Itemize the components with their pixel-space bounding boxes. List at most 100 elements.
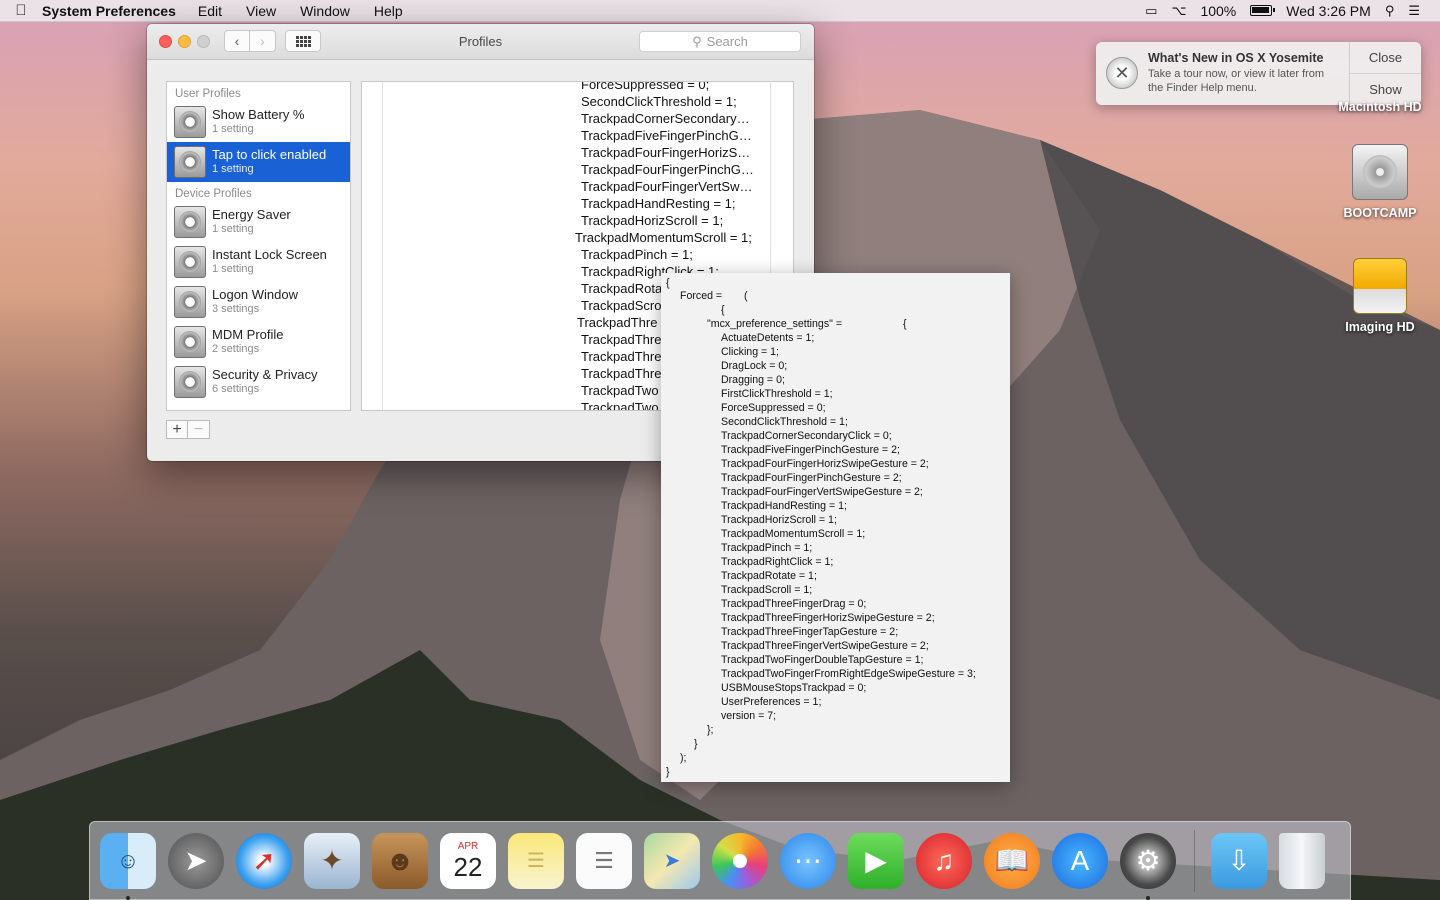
user-profiles-header: User Profiles <box>175 88 241 100</box>
reminders-icon[interactable]: ☰ <box>576 832 632 889</box>
profile-item-show-battery[interactable]: Show Battery % 1 setting <box>167 102 350 142</box>
forward-button[interactable]: › <box>250 30 276 52</box>
plist-mcx-brace: { <box>903 318 907 330</box>
profile-item-mdm[interactable]: MDM Profile 2 settings <box>167 322 350 362</box>
profile-item-energy-saver[interactable]: Energy Saver 1 setting <box>167 202 350 242</box>
detail-line: TrackpadCornerSecondary… <box>581 111 750 126</box>
plist-setting: TrackpadMomentumScroll = 1; <box>721 528 866 540</box>
plist-setting: Dragging = 0; <box>721 374 785 386</box>
apple-menu-icon[interactable]:  <box>0 2 42 19</box>
chevron-right-icon: › <box>260 33 265 49</box>
search-placeholder: Search <box>706 34 748 49</box>
plist-close-outer: } <box>666 766 670 778</box>
notification-close-button[interactable]: Close <box>1350 42 1421 73</box>
downloads-folder-icon[interactable]: ⇩ <box>1211 832 1267 889</box>
app-store-icon[interactable]: A <box>1052 832 1108 889</box>
menu-window[interactable]: Window <box>300 3 350 19</box>
messages-icon[interactable]: ⋯ <box>780 832 836 889</box>
disk-macintosh-hd[interactable]: Macintosh HD <box>1325 100 1435 114</box>
trash-icon[interactable] <box>1279 832 1325 889</box>
remove-profile-button[interactable]: − <box>188 420 210 439</box>
minimize-window-button[interactable] <box>178 35 191 48</box>
facetime-icon[interactable]: ▶ <box>848 832 904 889</box>
plist-setting: TrackpadHorizScroll = 1; <box>721 514 837 526</box>
safari-icon[interactable]: ➚ <box>236 832 292 889</box>
zoom-window-button[interactable] <box>197 35 210 48</box>
plist-open-brace: { <box>666 277 670 289</box>
plist-setting: UserPreferences = 1; <box>721 696 822 708</box>
detail-line: TrackpadHandResting = 1; <box>581 196 736 211</box>
external-drive-icon <box>1353 258 1407 314</box>
plist-close-paren: ); <box>680 752 687 764</box>
dock: ☺ ➤ ➚ ✦ ☻ APR 22 ☰ ☰ ➤ ⋯ ▶ ♫ 📖 A ⚙ ⇩ <box>89 821 1351 900</box>
detail-line: SecondClickThreshold = 1; <box>581 94 737 109</box>
contacts-icon[interactable]: ☻ <box>372 832 428 889</box>
battery-icon[interactable] <box>1250 5 1276 16</box>
ibooks-icon[interactable]: 📖 <box>984 832 1040 889</box>
disk-label: Macintosh HD <box>1338 100 1422 114</box>
profile-name: Tap to click enabled <box>212 147 327 162</box>
close-window-button[interactable] <box>159 35 172 48</box>
menu-app-name[interactable]: System Preferences <box>42 3 176 19</box>
wifi-icon[interactable]: ⌥ <box>1171 3 1186 19</box>
calendar-icon[interactable]: APR 22 <box>440 832 496 889</box>
maps-icon[interactable]: ➤ <box>644 832 700 889</box>
back-button[interactable]: ‹ <box>224 30 250 52</box>
plist-close-inner: }; <box>707 724 714 736</box>
profile-name: Logon Window <box>212 287 298 302</box>
dock-separator <box>1194 829 1195 892</box>
battery-percent[interactable]: 100% <box>1200 3 1236 19</box>
plist-close-brace: } <box>694 738 698 750</box>
photos-icon[interactable] <box>712 832 768 889</box>
plist-setting: TrackpadThreeFingerDrag = 0; <box>721 598 867 610</box>
plist-setting: ActuateDetents = 1; <box>721 332 815 344</box>
notification-banner[interactable]: ✕ What's New in OS X Yosemite Take a tou… <box>1096 42 1421 105</box>
profile-item-tap-to-click[interactable]: Tap to click enabled 1 setting <box>167 142 350 182</box>
spotlight-icon[interactable]: ⚲ <box>1385 3 1395 19</box>
plist-setting: TrackpadThreeFingerHorizSwipeGesture = 2… <box>721 612 935 624</box>
menu-help[interactable]: Help <box>374 3 403 19</box>
plist-setting: TrackpadCornerSecondaryClick = 0; <box>721 430 892 442</box>
profile-item-instant-lock[interactable]: Instant Lock Screen 1 setting <box>167 242 350 282</box>
finder-icon[interactable]: ☺ <box>100 832 156 900</box>
launchpad-icon[interactable]: ➤ <box>168 832 224 889</box>
notification-center-icon[interactable]: ☰ <box>1408 3 1420 19</box>
plist-setting: TrackpadFourFingerVertSwipeGesture = 2; <box>721 486 923 498</box>
plist-setting: TrackpadFourFingerPinchGesture = 2; <box>721 472 902 484</box>
notes-icon[interactable]: ☰ <box>508 832 564 889</box>
profile-item-security-privacy[interactable]: Security & Privacy 6 settings <box>167 362 350 402</box>
plist-forced-key: Forced = <box>680 290 723 302</box>
profile-gear-icon <box>174 246 206 278</box>
grid-icon <box>295 35 311 47</box>
menu-edit[interactable]: Edit <box>198 3 222 19</box>
mail-icon[interactable]: ✦ <box>304 832 360 889</box>
show-all-button[interactable] <box>285 30 321 52</box>
plist-setting: ForceSuppressed = 0; <box>721 402 826 414</box>
chevron-left-icon: ‹ <box>234 33 240 49</box>
menu-clock[interactable]: Wed 3:26 PM <box>1286 3 1371 19</box>
plist-setting: TrackpadHandResting = 1; <box>721 500 847 512</box>
plist-setting: TrackpadTwoFingerDoubleTapGesture = 1; <box>721 654 924 666</box>
disk-imaging-hd[interactable]: Imaging HD <box>1325 258 1435 334</box>
plist-setting: SecondClickThreshold = 1; <box>721 416 848 428</box>
plist-setting: version = 7; <box>721 710 777 722</box>
plist-inner-brace: { <box>721 304 725 316</box>
profile-item-logon-window[interactable]: Logon Window 3 settings <box>167 282 350 322</box>
disk-label: Imaging HD <box>1345 320 1415 334</box>
itunes-icon[interactable]: ♫ <box>916 832 972 889</box>
detail-line: TrackpadFourFingerVertSw… <box>581 179 753 194</box>
menu-bar:  System Preferences Edit View Window He… <box>0 0 1440 22</box>
window-titlebar[interactable]: ‹ › Profiles ⚲ Search <box>147 24 814 60</box>
airplay-icon[interactable]: ▭ <box>1145 3 1157 19</box>
detail-line: TrackpadFourFingerPinchG… <box>581 162 754 177</box>
plist-forced-paren: ( <box>744 290 748 302</box>
menu-view[interactable]: View <box>246 3 276 19</box>
profile-count: 1 setting <box>212 223 254 235</box>
disk-bootcamp[interactable]: BOOTCAMP <box>1325 144 1435 220</box>
search-field[interactable]: ⚲ Search <box>639 31 801 52</box>
detail-line: TrackpadFourFingerHorizS… <box>581 145 751 160</box>
system-preferences-icon[interactable]: ⚙ <box>1120 832 1176 900</box>
add-profile-button[interactable]: + <box>166 420 188 439</box>
profile-count: 3 settings <box>212 303 260 315</box>
profiles-list[interactable]: User Profiles Show Battery % 1 setting T… <box>166 81 351 411</box>
